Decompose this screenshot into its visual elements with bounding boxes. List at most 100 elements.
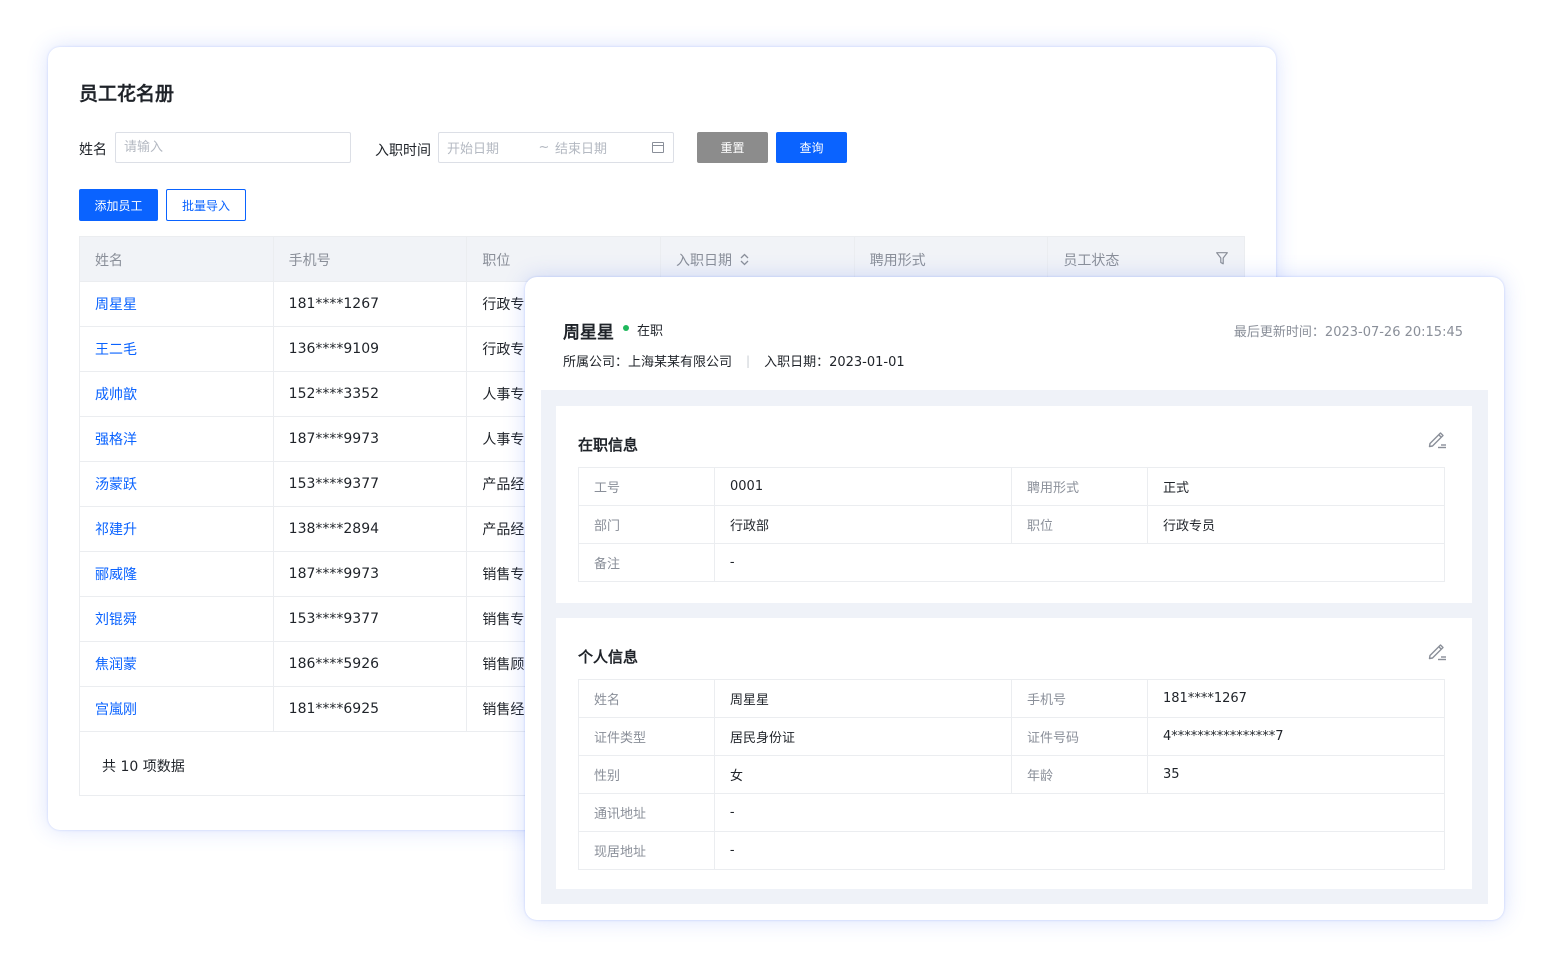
employee-phone: 181****6925 <box>274 687 468 731</box>
field-value: 4****************7 <box>1148 718 1445 755</box>
info-row: 部门 行政部 职位 行政专员 <box>579 506 1445 544</box>
employee-name-link[interactable]: 宫嵐刚 <box>80 687 274 731</box>
field-value: - <box>715 794 1445 831</box>
info-row: 通讯地址 - <box>579 794 1445 832</box>
field-label: 现居地址 <box>579 832 715 869</box>
employee-phone: 187****9973 <box>274 417 468 461</box>
last-updated-label: 最后更新时间： <box>1233 325 1325 340</box>
batch-import-button[interactable]: 批量导入 <box>166 189 246 221</box>
reset-button[interactable]: 重置 <box>697 132 768 163</box>
field-label: 通讯地址 <box>579 794 715 831</box>
info-row: 备注 - <box>579 544 1445 582</box>
employee-name-link[interactable]: 焦润蒙 <box>80 642 274 686</box>
status-dot-icon <box>623 325 629 331</box>
employment-info-table: 工号 0001 聘用形式 正式 部门 行政部 职位 行政专员 备注 - <box>578 467 1445 582</box>
employee-name-link[interactable]: 刘锟舜 <box>80 597 274 641</box>
page-title: 员工花名册 <box>79 83 175 105</box>
column-header-name: 姓名 <box>80 237 274 282</box>
column-header-phone: 手机号 <box>274 237 468 282</box>
employment-info-section: 在职信息 工号 0001 聘用形式 正式 部门 行政部 职位 行政专员 备注 - <box>556 406 1472 603</box>
employee-phone: 138****2894 <box>274 507 468 551</box>
field-value: 行政专员 <box>1148 506 1445 543</box>
last-updated: 最后更新时间：2023-07-26 20:15:45 <box>1234 321 1463 340</box>
employee-phone: 136****9109 <box>274 327 468 371</box>
employee-phone: 152****3352 <box>274 372 468 416</box>
field-value: 0001 <box>715 468 1012 505</box>
meta-divider: | <box>746 353 751 368</box>
column-header-join-date[interactable]: 入职日期 <box>661 237 855 282</box>
field-value: 正式 <box>1148 468 1445 505</box>
field-label: 备注 <box>579 544 715 581</box>
employee-name-link[interactable]: 汤蒙跃 <box>80 462 274 506</box>
employee-name-link[interactable]: 祁建升 <box>80 507 274 551</box>
name-filter-label: 姓名 <box>79 142 107 158</box>
employee-detail-card: 周星星 在职 最后更新时间：2023-07-26 20:15:45 所属公司：上… <box>525 277 1504 920</box>
sort-icon[interactable] <box>740 253 749 266</box>
field-label: 姓名 <box>579 680 715 717</box>
employee-name-heading: 周星星 <box>563 323 614 343</box>
info-row: 性别 女 年龄 35 <box>579 756 1445 794</box>
employee-name-link[interactable]: 周星星 <box>80 282 274 326</box>
info-row: 工号 0001 聘用形式 正式 <box>579 468 1445 506</box>
field-label: 部门 <box>579 506 715 543</box>
employee-name-link[interactable]: 强格洋 <box>80 417 274 461</box>
field-label: 手机号 <box>1012 680 1148 717</box>
add-employee-button[interactable]: 添加员工 <box>79 189 158 221</box>
column-header-position: 职位 <box>467 237 662 282</box>
column-header-label: 入职日期 <box>676 252 733 269</box>
column-header-label: 姓名 <box>95 252 123 269</box>
employee-phone: 187****9973 <box>274 552 468 596</box>
column-header-label: 职位 <box>482 252 511 269</box>
field-label: 年龄 <box>1012 756 1148 793</box>
field-value: 周星星 <box>715 680 1012 717</box>
field-value: 35 <box>1148 756 1445 793</box>
field-value: 181****1267 <box>1148 680 1445 717</box>
column-header-label: 聘用形式 <box>869 252 926 269</box>
field-value: 行政部 <box>715 506 1012 543</box>
column-header-label: 手机号 <box>288 252 331 269</box>
field-label: 聘用形式 <box>1012 468 1148 505</box>
employee-meta: 所属公司：上海某某有限公司 | 入职日期：2023-01-01 <box>563 351 905 371</box>
section-title: 在职信息 <box>578 436 639 454</box>
start-date-placeholder[interactable]: 开始日期 <box>447 138 533 157</box>
info-row: 现居地址 - <box>579 832 1445 870</box>
field-label: 职位 <box>1012 506 1148 543</box>
column-header-status: 员工状态 <box>1048 237 1244 282</box>
calendar-icon[interactable] <box>652 142 664 153</box>
column-header-label: 员工状态 <box>1063 252 1120 269</box>
field-value: 女 <box>715 756 1012 793</box>
edit-icon[interactable] <box>1426 428 1448 450</box>
end-date-placeholder[interactable]: 结束日期 <box>555 138 647 157</box>
field-label: 证件类型 <box>579 718 715 755</box>
detail-body: 在职信息 工号 0001 聘用形式 正式 部门 行政部 职位 行政专员 备注 -… <box>541 390 1488 904</box>
info-row: 姓名 周星星 手机号 181****1267 <box>579 680 1445 718</box>
last-updated-value: 2023-07-26 20:15:45 <box>1324 325 1463 340</box>
employee-name-link[interactable]: 成帅歆 <box>80 372 274 416</box>
edit-icon[interactable] <box>1426 640 1448 662</box>
date-range-separator: ~ <box>538 140 550 155</box>
field-value: - <box>715 832 1445 869</box>
table-header: 姓名 手机号 职位 入职日期 聘用形式 员工状态 <box>80 237 1244 282</box>
join-date-info: 入职日期：2023-01-01 <box>764 355 905 370</box>
field-label: 证件号码 <box>1012 718 1148 755</box>
company-info: 所属公司：上海某某有限公司 <box>563 355 733 370</box>
join-date-filter-label: 入职时间 <box>375 143 431 159</box>
field-value: 居民身份证 <box>715 718 1012 755</box>
field-value: - <box>715 544 1445 581</box>
employee-phone: 181****1267 <box>274 282 468 326</box>
table-total-count: 共 10 项数据 <box>102 759 185 775</box>
column-header-employment-type: 聘用形式 <box>855 237 1049 282</box>
employee-phone: 153****9377 <box>274 462 468 506</box>
join-date-range-picker[interactable]: 开始日期 ~ 结束日期 <box>438 132 674 163</box>
employee-name-link[interactable]: 王二毛 <box>80 327 274 371</box>
personal-info-table: 姓名 周星星 手机号 181****1267 证件类型 居民身份证 证件号码 4… <box>578 679 1445 870</box>
section-title: 个人信息 <box>578 648 639 666</box>
query-button[interactable]: 查询 <box>776 132 847 163</box>
employee-status-text: 在职 <box>637 324 664 339</box>
info-row: 证件类型 居民身份证 证件号码 4****************7 <box>579 718 1445 756</box>
employee-phone: 186****5926 <box>274 642 468 686</box>
field-label: 性别 <box>579 756 715 793</box>
filter-icon[interactable] <box>1216 252 1228 265</box>
employee-name-link[interactable]: 郦威隆 <box>80 552 274 596</box>
name-search-input[interactable] <box>115 132 351 163</box>
